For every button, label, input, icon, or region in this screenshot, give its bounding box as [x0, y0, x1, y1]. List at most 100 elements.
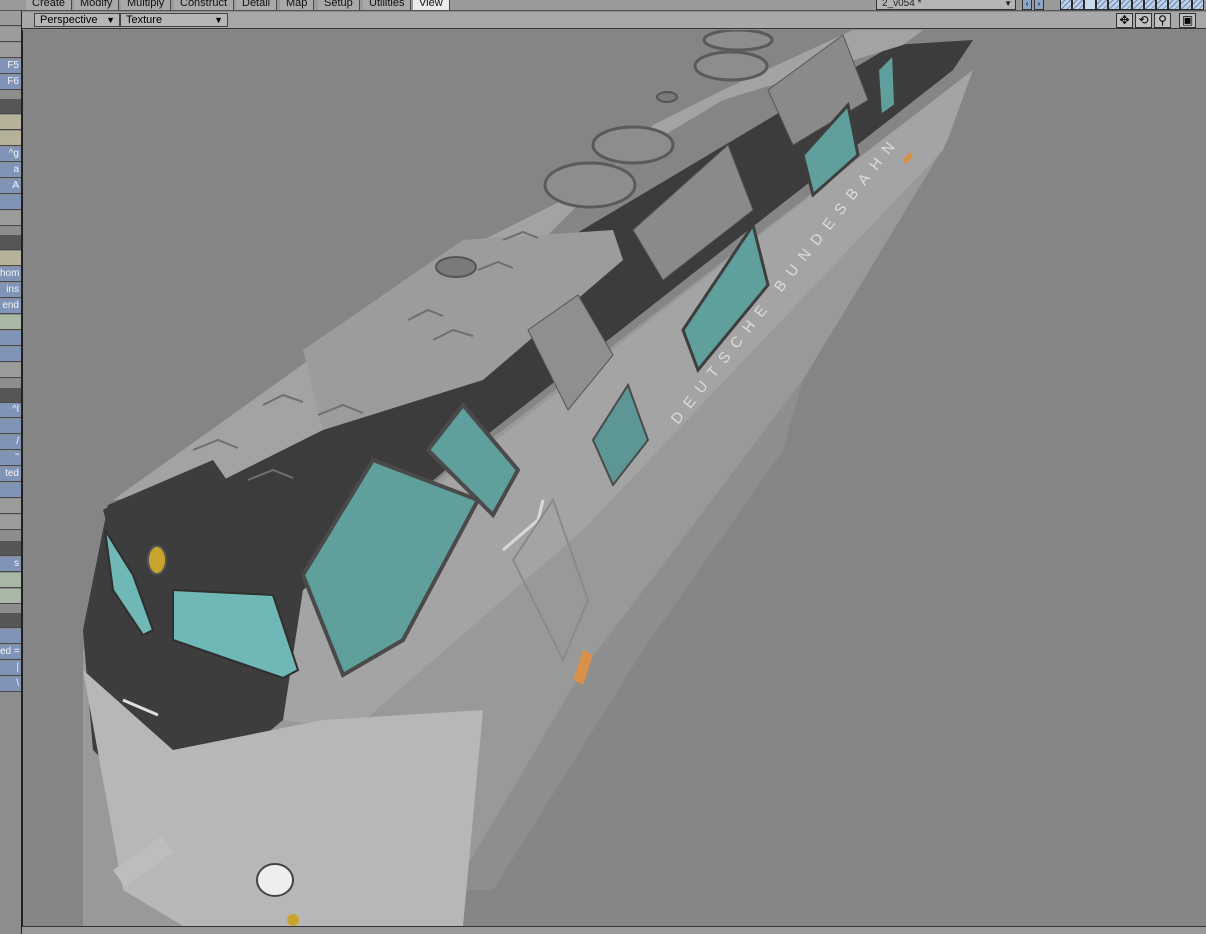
toolbar-button[interactable]: [0, 573, 21, 588]
layer-slot-active[interactable]: [1084, 0, 1096, 10]
toolbar-dropdown[interactable]: [0, 363, 21, 378]
toolbar-button[interactable]: F5: [0, 59, 21, 74]
perspective-viewport[interactable]: DEUTSCHE BUNDESBAHN: [22, 30, 1206, 926]
layer-slot[interactable]: [1180, 0, 1192, 10]
toolbar-button[interactable]: /: [0, 435, 21, 450]
toolbar-button[interactable]: [0, 195, 21, 210]
toolbar-label: a: [13, 164, 19, 175]
toolbar-button[interactable]: '': [0, 451, 21, 466]
layer-slot[interactable]: [1060, 0, 1072, 10]
pan-button[interactable]: ✥: [1116, 13, 1133, 28]
tab-create[interactable]: Create: [26, 0, 73, 10]
view-type-dropdown[interactable]: Perspective ▼: [34, 13, 120, 27]
roof-vent: [435, 256, 477, 278]
toolbar-dropdown[interactable]: [0, 43, 21, 58]
toolbar-button[interactable]: ted: [0, 467, 21, 482]
tab-construct[interactable]: Construct: [174, 0, 235, 10]
toolbar-button[interactable]: [0, 589, 21, 604]
toolbar-button[interactable]: ^g: [0, 147, 21, 162]
layer-slot[interactable]: [1156, 0, 1168, 10]
chevron-down-icon: ▼: [214, 15, 223, 25]
tab-utilities[interactable]: Utilities: [363, 0, 412, 10]
toolbar-button[interactable]: [0, 315, 21, 330]
toolbar-button[interactable]: \: [0, 677, 21, 692]
toolbar-label: A: [12, 180, 19, 191]
nose-lamp: [256, 863, 294, 897]
menu-tab-bar: Create Modify Multiply Construct Detail …: [0, 0, 1206, 11]
toolbar-button[interactable]: F6: [0, 75, 21, 90]
toolbar-section-header: [0, 235, 21, 250]
layer-slot[interactable]: [1120, 0, 1132, 10]
tab-view[interactable]: View: [413, 0, 450, 10]
toolbar-button[interactable]: ed =: [0, 645, 21, 660]
viewport-header: Perspective ▼ Texture ▼ ✥ ⟲ ⚲ ▣: [22, 12, 1206, 29]
prev-layer-button[interactable]: ‹: [1022, 0, 1032, 10]
tab-map[interactable]: Map: [280, 0, 315, 10]
marker-light: [287, 914, 299, 926]
roof-fan: [543, 161, 637, 209]
roof-fan: [591, 125, 675, 165]
toolbar-button[interactable]: ins: [0, 283, 21, 298]
render-mode-dropdown[interactable]: Texture ▼: [120, 13, 228, 27]
toolbar-label: '': [15, 452, 19, 463]
rotate-icon: ⟲: [1138, 13, 1149, 27]
next-layer-button[interactable]: ›: [1034, 0, 1044, 10]
view-type-label: Perspective: [40, 14, 98, 26]
toolbar-section-header: [0, 99, 21, 114]
toolbar-button[interactable]: [0, 419, 21, 434]
roof-fan: [693, 50, 769, 82]
toolbar-label: F5: [7, 60, 19, 71]
maximize-viewport-button[interactable]: ▣: [1179, 13, 1196, 28]
toolbar-button[interactable]: [0, 331, 21, 346]
tab-multiply[interactable]: Multiply: [121, 0, 172, 10]
toolbar-button[interactable]: [0, 131, 21, 146]
toolbar-label: end: [2, 300, 19, 311]
layer-slot[interactable]: [1108, 0, 1120, 10]
layer-slot[interactable]: [1168, 0, 1180, 10]
toolbar-dropdown[interactable]: [0, 211, 21, 226]
toolbar-label: s: [14, 558, 19, 569]
toolbar-label: |: [16, 662, 19, 673]
chevron-down-icon: ▼: [106, 15, 115, 25]
toolbar-button[interactable]: [0, 483, 21, 498]
toolbar-label: ted: [5, 468, 19, 479]
toolbar-section-header: [0, 541, 21, 556]
layer-slot[interactable]: [1072, 0, 1084, 10]
toolbar-button[interactable]: ^l: [0, 403, 21, 418]
toolbar-dropdown[interactable]: [0, 27, 21, 42]
toolbar-dropdown[interactable]: [0, 11, 21, 26]
toolbar-button[interactable]: [0, 115, 21, 130]
toolbar-label: hom: [0, 268, 20, 279]
toolbar-button[interactable]: s: [0, 557, 21, 572]
toolbar-label: \: [16, 678, 19, 689]
toolbar-button[interactable]: [0, 251, 21, 266]
toolbar-button[interactable]: A: [0, 179, 21, 194]
toolbar-button[interactable]: |: [0, 661, 21, 676]
model-render: DEUTSCHE BUNDESBAHN: [23, 30, 1206, 926]
tab-detail[interactable]: Detail: [236, 0, 278, 10]
move-icon: ✥: [1119, 13, 1130, 27]
tab-setup[interactable]: Setup: [318, 0, 360, 10]
toolbar-button[interactable]: a: [0, 163, 21, 178]
scene-select[interactable]: 2_v054 * ▼: [876, 0, 1016, 10]
render-mode-label: Texture: [126, 14, 163, 26]
toolbar-button[interactable]: hom: [0, 267, 21, 282]
layer-slot[interactable]: [1096, 0, 1108, 10]
toolbar-dropdown[interactable]: [0, 499, 21, 514]
layer-slot[interactable]: [1132, 0, 1144, 10]
rotate-button[interactable]: ⟲: [1135, 13, 1152, 28]
headlamp: [147, 545, 167, 575]
tab-modify[interactable]: Modify: [74, 0, 120, 10]
toolbar-button[interactable]: end: [0, 299, 21, 314]
toolbar-button[interactable]: [0, 347, 21, 362]
maximize-icon: ▣: [1181, 13, 1194, 27]
layer-slot[interactable]: [1192, 0, 1204, 10]
zoom-button[interactable]: ⚲: [1154, 13, 1171, 28]
chevron-down-icon: ▼: [1004, 0, 1012, 8]
toolbar-button[interactable]: [0, 629, 21, 644]
toolbar-section-header: [0, 388, 21, 403]
scene-select-value: 2_v054 *: [882, 0, 922, 9]
toolbar-label: ^g: [8, 148, 19, 159]
toolbar-dropdown[interactable]: [0, 515, 21, 530]
layer-slot[interactable]: [1144, 0, 1156, 10]
